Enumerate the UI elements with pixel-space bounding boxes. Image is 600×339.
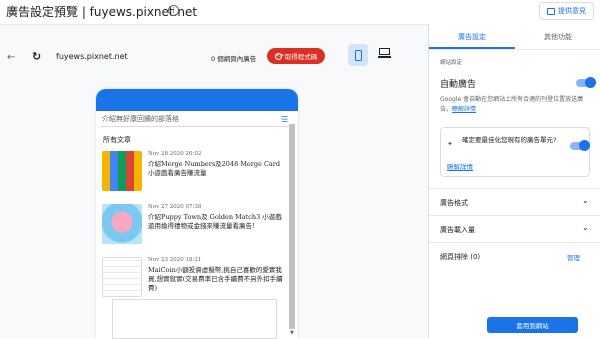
optimize-existing-box: ✦ 確定要最佳化您現有的廣告單元? 瞭解詳情 (440, 127, 590, 177)
page-exclusions-label: 網頁排除 (0) (440, 253, 481, 261)
site-search-input[interactable]: 介紹無好康回饋的部落格 (102, 114, 179, 124)
article-date: Nov 28 2020 20:02 (148, 151, 202, 157)
article-list: Nov 28 2020 20:02 介紹Merge Numbers及2048 M… (102, 151, 290, 310)
chevron-down-icon[interactable]: ⌄ (582, 196, 589, 205)
section-title: 所有文章 (103, 136, 131, 144)
article-title[interactable]: 介紹Merge Numbers及2048 Merge Card 小遊戲看廣告賺流… (148, 160, 288, 178)
ad-placeholder (112, 299, 277, 339)
preview-area: ← ↻ fuyews.pixnet.net 0 個網頁內廣告 <> 取得程式碼 … (0, 24, 428, 339)
optimize-toggle[interactable] (570, 140, 590, 151)
article-date: Nov 23 2020 18:21 (148, 257, 202, 263)
scroll-down-icon[interactable]: ▼ (290, 330, 294, 336)
optimize-text: 確定要最佳化您現有的廣告單元? (462, 136, 557, 144)
tab-ad-settings[interactable]: 廣告設定 (429, 32, 515, 42)
panel-tabs: 廣告設定 其他功能 (429, 24, 600, 50)
code-icon: <> (274, 52, 285, 60)
hamburger-menu-icon[interactable]: ☰ (281, 115, 288, 124)
get-code-label: 取得程式碼 (284, 53, 318, 61)
section-label: 網站設定 (440, 60, 463, 66)
chevron-down-icon[interactable]: ⌄ (582, 223, 589, 232)
optimize-icon: ✦ (447, 140, 453, 148)
ad-formats-row[interactable]: 廣告格式 ⌄ (429, 188, 600, 215)
site-header (96, 89, 298, 111)
phone-icon (354, 49, 362, 61)
article-date: Nov 27 2020 07:38 (148, 204, 202, 210)
ad-formats-label: 廣告格式 (440, 199, 468, 207)
address-bar: ← ↻ fuyews.pixnet.net 0 個網頁內廣告 <> 取得程式碼 (0, 44, 428, 71)
auto-ads-label: 自動廣告 (440, 80, 477, 90)
mobile-preview: 介紹無好康回饋的部落格 ☰ 所有文章 Nov 28 2020 20:02 介紹M… (96, 89, 298, 339)
tab-other-features[interactable]: 其他功能 (515, 32, 600, 42)
article-thumbnail (102, 151, 142, 191)
mobile-view-button[interactable] (348, 44, 368, 66)
optimize-learn-more-link[interactable]: 瞭解詳情 (447, 161, 473, 171)
desktop-icon (378, 48, 390, 55)
preview-scrollbar[interactable] (289, 124, 295, 329)
auto-ads-toggle[interactable] (576, 77, 596, 88)
settings-panel: 廣告設定 其他功能 網站設定 自動廣告 Google 會自動在您網站上所有合適的… (428, 24, 600, 338)
top-bar: 廣告設定預覽 | fuyews.pixnet.net i 提供意見 (0, 0, 600, 24)
apply-to-site-button[interactable]: 套用到網站 (487, 317, 578, 333)
article-title[interactable]: 介紹Puppy Town及 Golden Match3 小遊戲遊用換得禮物或金錢… (148, 213, 288, 231)
learn-more-link[interactable]: 瞭解詳情 (452, 106, 476, 113)
url-text: fuyews.pixnet.net (56, 52, 128, 61)
feedback-label: 提供意見 (558, 7, 586, 15)
feedback-button[interactable]: 提供意見 (539, 2, 594, 20)
back-arrow-icon[interactable]: ← (7, 52, 15, 63)
article-item[interactable]: Nov 28 2020 20:02 介紹Merge Numbers及2048 M… (102, 151, 290, 204)
ad-count: 0 個網頁內廣告 (211, 55, 257, 63)
desktop-view-button[interactable] (377, 48, 391, 60)
article-item[interactable]: Nov 27 2020 07:38 介紹Puppy Town及 Golden M… (102, 204, 290, 257)
ad-load-label: 廣告載入量 (440, 226, 475, 234)
article-title[interactable]: MaiCoin小額投資虛擬幣,挑自己喜歡的愛實我買,想實就實(交易費率已含手續費… (148, 266, 288, 293)
page-exclusions-row: 網頁排除 (0) 管理 (429, 242, 600, 269)
ad-load-row[interactable]: 廣告載入量 ⌄ (429, 215, 600, 242)
manage-link[interactable]: 管理 (567, 252, 580, 262)
info-icon[interactable]: i (168, 5, 179, 16)
feedback-icon (547, 7, 555, 15)
article-thumbnail (102, 204, 142, 244)
reload-icon[interactable]: ↻ (32, 50, 41, 63)
auto-ads-description: Google 會自動在您網站上所有合適的刊登位置放送廣告。瞭解詳情 (440, 96, 584, 113)
article-thumbnail (102, 257, 142, 297)
get-code-button[interactable]: <> 取得程式碼 (267, 48, 325, 64)
